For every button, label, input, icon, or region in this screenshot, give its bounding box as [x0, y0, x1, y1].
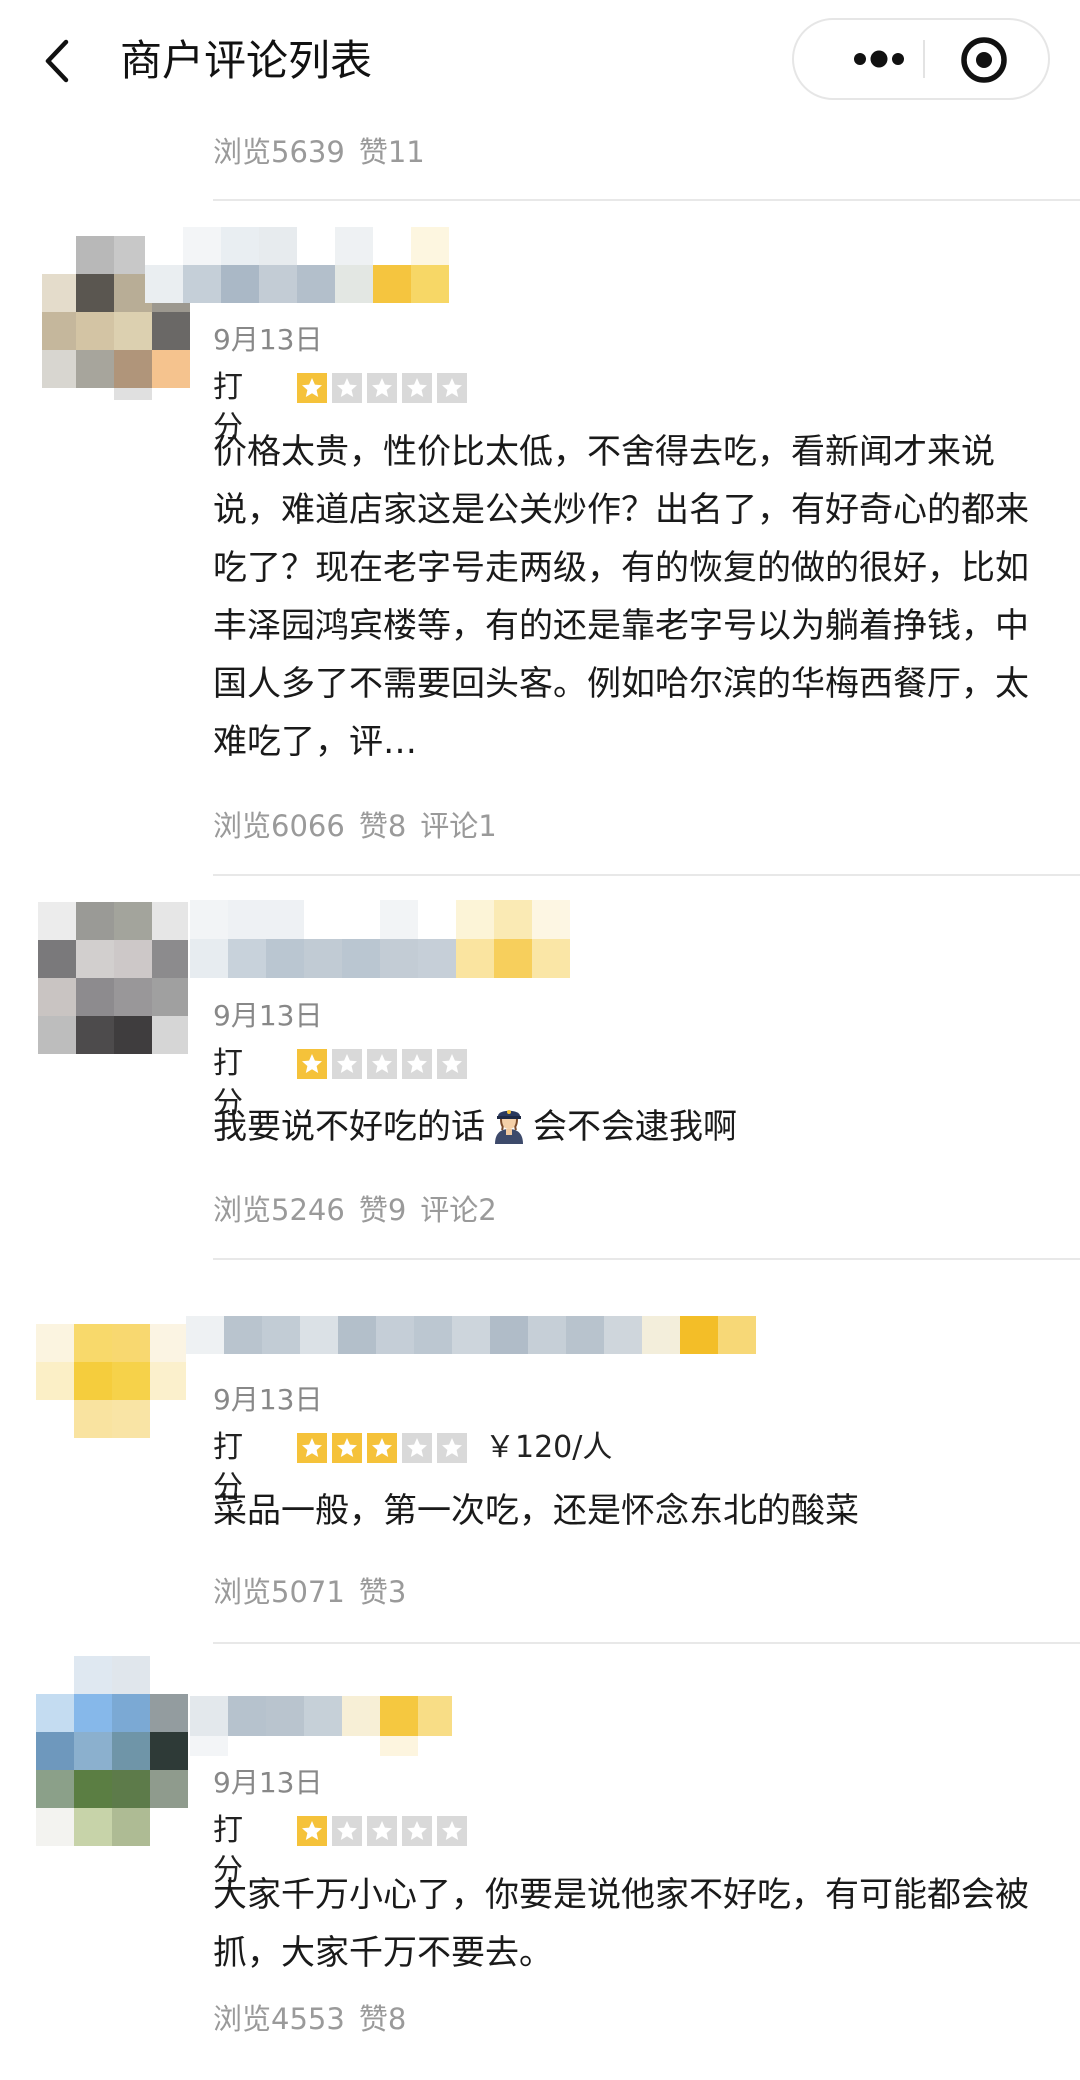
star-empty-icon: [437, 1433, 467, 1463]
star-filled-icon: [332, 1433, 362, 1463]
comments-count[interactable]: 评论1: [420, 809, 496, 843]
nickname[interactable]: [190, 900, 570, 978]
star-empty-icon: [402, 1816, 432, 1846]
star-filled-icon: [297, 1049, 327, 1079]
mini-program-capsule: [792, 18, 1050, 100]
previous-review-stats: 浏览5639 赞11: [213, 132, 425, 172]
more-button[interactable]: [824, 20, 924, 98]
star-filled-icon: [297, 1816, 327, 1846]
price-per-person: ￥120/人: [485, 1430, 613, 1465]
police-officer-emoji-icon: [489, 1104, 529, 1144]
star-empty-icon: [367, 1816, 397, 1846]
review-content[interactable]: 价格太贵，性价比太低，不舍得去吃，看新闻才来说说，难道店家这是公关炒作？出名了，…: [213, 423, 1033, 771]
divider: [213, 1642, 1080, 1644]
review-text-before: 我要说不好吃的话: [213, 1107, 485, 1147]
star-empty-icon: [402, 373, 432, 403]
views-count: 浏览5071: [213, 1575, 345, 1609]
review-date: 9月13日: [213, 1766, 323, 1799]
star-filled-icon: [367, 1433, 397, 1463]
target-icon: [961, 37, 1007, 83]
review-stats: 浏览4553 赞8: [213, 1999, 406, 2039]
review-text-after: 会不会逮我啊: [533, 1107, 737, 1147]
nickname[interactable]: [190, 1676, 452, 1756]
review-content[interactable]: 大家千万小心了，你要是说他家不好吃，有可能都会被抓，大家千万不要去。: [213, 1866, 1033, 1982]
comments-count[interactable]: 评论2: [420, 1193, 496, 1227]
divider: [213, 199, 1080, 201]
avatar[interactable]: [36, 1286, 186, 1438]
avatar[interactable]: [38, 902, 188, 1054]
likes-count[interactable]: 赞8: [359, 2002, 406, 2036]
views-count: 浏览6066: [213, 809, 345, 843]
review-date: 9月13日: [213, 1383, 323, 1416]
star-empty-icon: [437, 1816, 467, 1846]
star-rating: [297, 1433, 472, 1463]
star-empty-icon: [437, 1049, 467, 1079]
star-empty-icon: [367, 1049, 397, 1079]
views-count: 浏览5246: [213, 1193, 345, 1227]
capsule-divider: [923, 40, 925, 78]
likes-count: 赞11: [358, 135, 425, 169]
likes-count[interactable]: 赞8: [359, 809, 406, 843]
nickname[interactable]: [186, 1296, 756, 1356]
nickname[interactable]: [145, 227, 495, 303]
review-stats: 浏览6066 赞8 评论1: [213, 806, 497, 846]
review-content[interactable]: 菜品一般，第一次吃，还是怀念东北的酸菜: [213, 1482, 1033, 1540]
star-empty-icon: [332, 1049, 362, 1079]
divider: [213, 1258, 1080, 1260]
avatar[interactable]: [36, 1656, 190, 1846]
star-empty-icon: [402, 1049, 432, 1079]
review-stats: 浏览5071 赞3: [213, 1572, 406, 1612]
likes-count[interactable]: 赞9: [359, 1193, 406, 1227]
likes-count[interactable]: 赞3: [359, 1575, 406, 1609]
star-rating: [297, 373, 472, 403]
back-button[interactable]: [34, 28, 94, 94]
chevron-left-icon: [45, 39, 69, 83]
star-rating: [297, 1049, 472, 1079]
review-date: 9月13日: [213, 999, 323, 1032]
star-empty-icon: [332, 373, 362, 403]
more-dots-icon: [854, 50, 904, 68]
star-empty-icon: [367, 373, 397, 403]
review-content[interactable]: 我要说不好吃的话 会不会逮我啊: [213, 1098, 1033, 1156]
star-filled-icon: [297, 373, 327, 403]
navigation-bar: 商户评论列表: [0, 0, 1080, 122]
star-empty-icon: [332, 1816, 362, 1846]
review-stats: 浏览5246 赞9 评论2: [213, 1190, 497, 1230]
close-mini-program-button[interactable]: [956, 32, 1012, 88]
star-rating: [297, 1816, 472, 1846]
page-title: 商户评论列表: [120, 36, 373, 85]
star-filled-icon: [297, 1433, 327, 1463]
views-count: 浏览4553: [213, 2002, 345, 2036]
views-count: 浏览5639: [213, 135, 345, 169]
star-empty-icon: [402, 1433, 432, 1463]
divider: [213, 874, 1080, 876]
review-date: 9月13日: [213, 323, 323, 356]
star-empty-icon: [437, 373, 467, 403]
